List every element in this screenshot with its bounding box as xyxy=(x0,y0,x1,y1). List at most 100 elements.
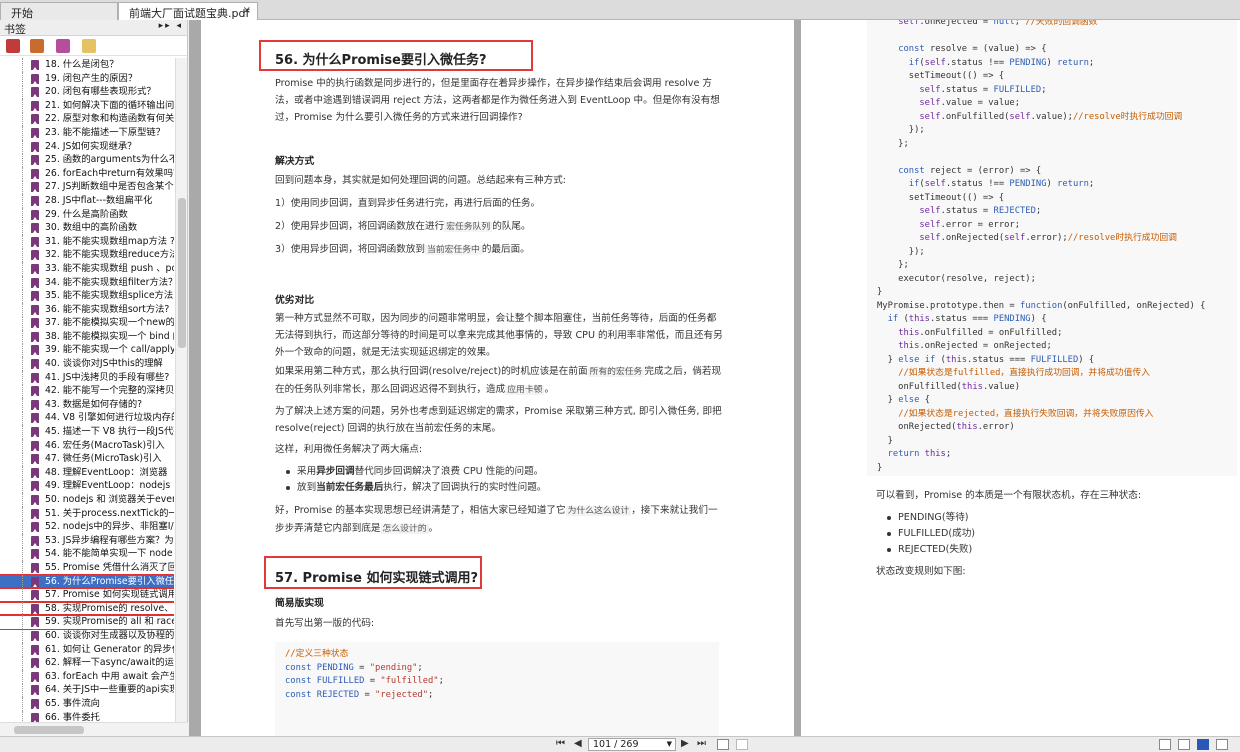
bookmark-item[interactable]: 45. 描述一下 V8 执行一段JS代码 xyxy=(0,425,174,439)
bookmark-item[interactable]: 32. 能不能实现数组reduce方法 xyxy=(0,248,174,262)
add-bookmark-icon[interactable] xyxy=(56,39,70,53)
fit-width-icon[interactable] xyxy=(736,739,748,750)
bookmark-item[interactable]: 42. 能不能写一个完整的深拷贝? xyxy=(0,384,174,398)
bookmark-item[interactable]: 56. 为什么Promise要引入微任务 xyxy=(0,573,174,590)
bookmark-item[interactable]: 48. 理解EventLoop：浏览器 xyxy=(0,465,174,480)
painpoint-1-c: 替代同步回调解决了浪费 CPU 性能的问题。 xyxy=(354,466,544,477)
collapse-bookmark-icon[interactable] xyxy=(30,39,44,53)
bookmark-item[interactable]: 38. 能不能模拟实现一个 bind 的效 xyxy=(0,329,174,344)
chevron-down-icon[interactable]: ▼ xyxy=(667,739,672,750)
prev-page-icon[interactable]: ◀ xyxy=(574,738,582,749)
state-item: REJECTED(失败) xyxy=(884,542,975,558)
two-page-continuous-view-icon[interactable] xyxy=(1216,739,1228,750)
bookmark-item[interactable]: 50. nodejs 和 浏览器关于eventL xyxy=(0,493,174,507)
bookmark-item[interactable]: 41. JS中浅拷贝的手段有哪些? xyxy=(0,370,174,385)
bookmark-item[interactable]: 58. 实现Promise的 resolve、reje xyxy=(0,600,174,617)
bookmark-label: 64. 关于JS中一些重要的api实现 xyxy=(45,684,174,696)
tab-pdf[interactable]: 前端大厂面试题宝典.pdf × xyxy=(118,2,258,20)
bookmark-label: 55. Promise 凭借什么消灭了回调 xyxy=(45,561,174,573)
page-number-input[interactable]: 101 / 269 ▼ xyxy=(588,738,676,751)
bookmark-icon xyxy=(31,685,39,696)
bookmark-item[interactable]: 19. 闭包产生的原因？ xyxy=(0,71,174,86)
bookmark-item[interactable]: 54. 能不能简单实现一下 node 中 xyxy=(0,547,174,561)
bookmark-label: 31. 能不能实现数组map方法 ? xyxy=(45,235,174,247)
paragraph-state-rule: 状态改变规则如下图: xyxy=(876,566,966,577)
bookmark-label: 28. JS中flat---数组扁平化 xyxy=(45,194,153,206)
scrollbar-thumb[interactable] xyxy=(178,198,186,348)
bookmark-item[interactable]: 25. 函数的arguments为什么不是 xyxy=(0,153,174,167)
bookmark-item[interactable]: 29. 什么是高阶函数 xyxy=(0,207,174,222)
bookmark-item[interactable]: 66. 事件委托 xyxy=(0,710,174,722)
tree-line xyxy=(22,493,23,507)
heading-q56: 56. 为什么Promise要引入微任务? xyxy=(275,53,487,68)
bookmark-scrollbar[interactable] xyxy=(175,58,187,722)
panel-collapse-icon[interactable]: ▸▸ ◂ xyxy=(159,21,183,31)
bookmark-properties-icon[interactable] xyxy=(82,39,96,53)
bookmark-item[interactable]: 33. 能不能实现数组 push 、pop xyxy=(0,261,174,276)
fit-page-icon[interactable] xyxy=(717,739,729,750)
bookmark-item[interactable]: 28. JS中flat---数组扁平化 xyxy=(0,193,174,208)
bookmark-item[interactable]: 31. 能不能实现数组map方法 ? xyxy=(0,234,174,249)
bookmark-item[interactable]: 27. JS判断数组中是否包含某个值 xyxy=(0,180,174,194)
bookmark-item[interactable]: 57. Promise 如何实现链式调用? xyxy=(0,587,174,603)
bookmark-item[interactable]: 55. Promise 凭借什么消灭了回调 xyxy=(0,560,174,575)
bookmark-item[interactable]: 53. JS异步编程有哪些方案？为什 xyxy=(0,533,174,548)
bookmark-item[interactable]: 26. forEach中return有效果吗？如 xyxy=(0,166,174,181)
first-page-icon[interactable]: ⏮ xyxy=(556,738,565,749)
bookmark-label: 62. 解释一下async/await的运行机 xyxy=(45,657,174,669)
bookmark-icon xyxy=(31,236,39,247)
bookmark-item[interactable]: 43. 数据是如何存储的? xyxy=(0,397,174,412)
compare-2-hl2: 应用卡顿 xyxy=(505,385,545,395)
bookmark-item[interactable]: 23. 能不能描述一下原型链？ xyxy=(0,125,174,140)
bookmark-item[interactable]: 46. 宏任务(MacroTask)引入 xyxy=(0,438,174,453)
bookmark-item[interactable]: 47. 微任务(MicroTask)引入 xyxy=(0,452,174,466)
bookmark-item[interactable]: 59. 实现Promise的 all 和 race xyxy=(0,614,174,630)
bookmark-item[interactable]: 21. 如何解决下面的循环输出问题 xyxy=(0,98,174,113)
paragraph-intro: Promise 中的执行函数是同步进行的，但是里面存在着异步操作，在异步操作结束… xyxy=(275,78,720,123)
bookmark-item[interactable]: 61. 如何让 Generator 的异步代码 xyxy=(0,642,174,657)
tree-line xyxy=(22,139,23,154)
bookmark-item[interactable]: 52. nodejs中的异步、非阻塞I/O xyxy=(0,520,174,534)
bookmark-item[interactable]: 64. 关于JS中一些重要的api实现 xyxy=(0,683,174,697)
two-page-view-icon[interactable] xyxy=(1197,739,1209,750)
bookmark-icon xyxy=(31,630,39,641)
document-viewer[interactable]: 56. 为什么Promise要引入微任务? Promise 中的执行函数是同步进… xyxy=(189,20,1240,736)
bookmark-label: 61. 如何让 Generator 的异步代码 xyxy=(45,643,174,655)
bookmark-item[interactable]: 44. V8 引擎如何进行垃圾内存的回 xyxy=(0,411,174,426)
bookmark-item[interactable]: 40. 谈谈你对JS中this的理解 xyxy=(0,357,174,371)
bookmark-item[interactable]: 36. 能不能实现数组sort方法? xyxy=(0,302,174,317)
bookmark-item[interactable]: 37. 能不能模拟实现一个new的效 xyxy=(0,316,174,330)
bookmark-label: 54. 能不能简单实现一下 node 中 xyxy=(45,548,174,560)
hscrollbar-thumb[interactable] xyxy=(14,726,84,734)
continuous-view-icon[interactable] xyxy=(1178,739,1190,750)
bookmark-item[interactable]: 22. 原型对象和构造函数有何关系 xyxy=(0,112,174,126)
tree-line xyxy=(22,71,23,86)
bookmark-item[interactable]: 20. 闭包有哪些表现形式？ xyxy=(0,85,174,99)
last-page-icon[interactable]: ⏭ xyxy=(697,738,706,749)
expand-bookmark-icon[interactable] xyxy=(6,39,20,53)
bookmark-item[interactable]: 49. 理解EventLoop：nodejs xyxy=(0,479,174,493)
code-line: if(self.status !== PENDING) return; xyxy=(908,57,1095,68)
bookmark-item[interactable]: 60. 谈谈你对生成器以及协程的理 xyxy=(0,628,174,643)
bookmark-item[interactable]: 62. 解释一下async/await的运行机 xyxy=(0,656,174,670)
bookmark-item[interactable]: 18. 什么是闭包？ xyxy=(0,58,174,72)
bookmark-label: 60. 谈谈你对生成器以及协程的理 xyxy=(45,629,174,641)
bookmark-item[interactable]: 30. 数组中的高阶函数 xyxy=(0,221,174,235)
bookmark-hscrollbar[interactable] xyxy=(0,722,188,736)
bookmark-label: 37. 能不能模拟实现一个new的效 xyxy=(45,317,174,329)
tab-start[interactable]: 开始 xyxy=(0,2,118,20)
next-page-icon[interactable]: ▶ xyxy=(681,738,689,749)
bookmark-item[interactable]: 65. 事件流向 xyxy=(0,696,174,711)
single-page-view-icon[interactable] xyxy=(1159,739,1171,750)
bookmark-item[interactable]: 39. 能不能实现一个 call/apply 函 xyxy=(0,343,174,358)
bookmark-item[interactable]: 24. JS如何实现继承？ xyxy=(0,139,174,154)
bookmark-item[interactable]: 51. 关于process.nextTick的一点 xyxy=(0,506,174,521)
bookmark-item[interactable]: 34. 能不能实现数组filter方法？ xyxy=(0,275,174,290)
tree-line xyxy=(22,533,23,548)
bookmark-item[interactable]: 63. forEach 中用 await 会产生什 xyxy=(0,669,174,684)
close-tab-icon[interactable]: × xyxy=(243,5,251,16)
tree-line xyxy=(22,438,23,453)
tree-line xyxy=(22,275,23,290)
bookmark-item[interactable]: 35. 能不能实现数组splice方法 ? xyxy=(0,289,174,303)
code-line: this.onFulfilled = onFulfilled; xyxy=(898,327,1063,338)
